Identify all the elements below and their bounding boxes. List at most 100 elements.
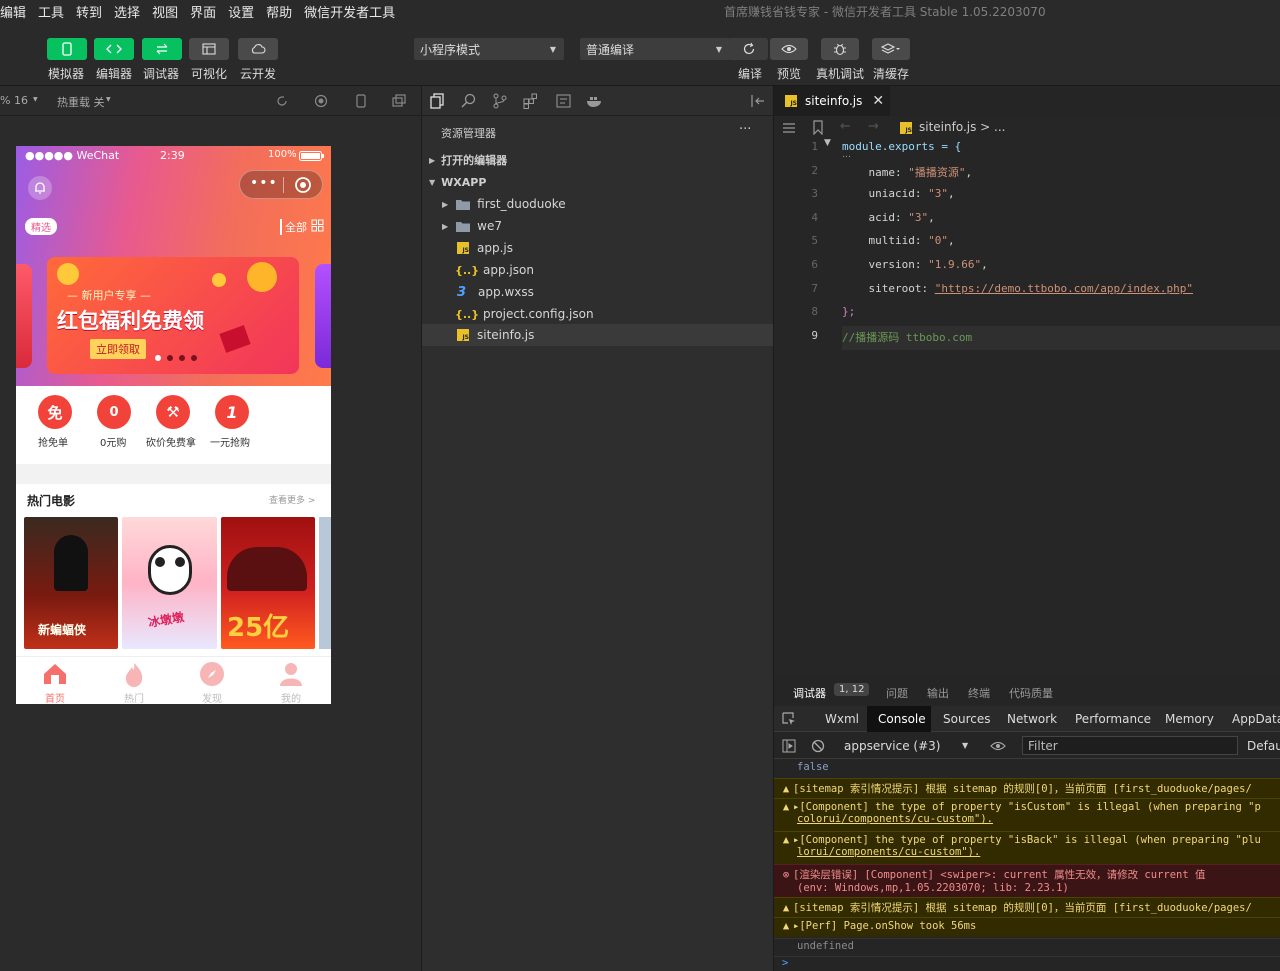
devtab-console-active[interactable]: Console — [867, 706, 931, 732]
menu-devtools[interactable]: 微信开发者工具 — [304, 2, 395, 21]
code-line[interactable]: name: "播播资源", — [842, 164, 972, 180]
movie-poster[interactable]: 冰墩墩 — [122, 517, 217, 649]
zoom-select[interactable]: % 16 — [0, 94, 28, 107]
console-line-text[interactable]: ▸[Perf] Page.onShow took 56ms — [793, 920, 976, 932]
wxapp-section[interactable]: ▼ WXAPP — [422, 171, 773, 193]
zero-yuan-icon[interactable]: 0 — [97, 395, 131, 429]
outline-icon[interactable] — [556, 93, 572, 109]
eye-icon[interactable] — [990, 740, 1006, 752]
more-icon[interactable]: ••• — [250, 175, 278, 191]
tab-discover[interactable]: 发现 — [202, 690, 222, 704]
tab-home[interactable]: 首页 — [45, 690, 65, 704]
device-icon[interactable] — [354, 94, 368, 108]
rotate-icon[interactable] — [275, 94, 289, 108]
tab-me[interactable]: 我的 — [281, 690, 301, 704]
popout-icon[interactable] — [392, 94, 406, 108]
one-yuan-icon[interactable]: 1 — [215, 395, 249, 429]
tree-item-app-wxss[interactable]: 3 app.wxss — [422, 281, 773, 303]
preview-button[interactable] — [770, 38, 808, 60]
editor-button[interactable] — [94, 38, 134, 60]
compile-select[interactable]: 普通编译 ▼ — [580, 38, 730, 60]
visual-button[interactable] — [189, 38, 229, 60]
tree-item-siteinfo-js[interactable]: JS siteinfo.js — [422, 324, 773, 346]
menu-goto[interactable]: 转到 — [76, 2, 102, 21]
tab-hot[interactable]: 热门 — [124, 690, 144, 704]
devtab-appdata[interactable]: AppData — [1232, 712, 1280, 726]
bookmark-icon[interactable] — [812, 120, 824, 135]
docker-icon[interactable] — [586, 94, 604, 108]
movie-poster[interactable]: 新蝙蝠侠 — [24, 517, 118, 649]
devtab-wxml[interactable]: Wxml — [825, 712, 859, 726]
menu-settings[interactable]: 设置 — [228, 2, 254, 21]
extensions-icon[interactable] — [523, 93, 539, 109]
forward-arrow-icon[interactable]: → — [868, 119, 879, 134]
code-line[interactable]: module.exports = { — [842, 140, 961, 153]
code-line[interactable]: //播播源码 ttbobo.com — [842, 329, 972, 345]
code-line[interactable]: acid: "3", — [842, 211, 934, 224]
clear-console-icon[interactable] — [811, 739, 825, 753]
back-arrow-icon[interactable]: ← — [840, 119, 851, 134]
tab-output[interactable]: 输出 — [927, 685, 949, 701]
menu-tools[interactable]: 工具 — [38, 2, 64, 21]
console-line-link[interactable]: colorui/components/cu-custom"). — [797, 813, 993, 825]
close-icon[interactable]: ✕ — [872, 93, 884, 109]
menu-select[interactable]: 选择 — [114, 2, 140, 21]
menu-view[interactable]: 视图 — [152, 2, 178, 21]
code-line[interactable]: uniacid: "3", — [842, 187, 954, 200]
promo-banner[interactable]: — 新用户专享 — 红包福利免费领 立即领取 — [47, 257, 299, 374]
code-line[interactable]: version: "1.9.66", — [842, 258, 987, 271]
tab-problems[interactable]: 问题 — [886, 685, 908, 701]
open-editors-section[interactable]: ▶ 打开的编辑器 — [422, 149, 773, 171]
hot-reload-select[interactable]: 热重载 关 — [57, 94, 105, 110]
grid-icon[interactable] — [311, 219, 324, 232]
mode-select[interactable]: 小程序模式 ▼ — [414, 38, 564, 60]
tab-terminal[interactable]: 终端 — [968, 685, 990, 701]
free-order-icon[interactable]: 免 — [38, 395, 72, 429]
collapse-panel-icon[interactable] — [750, 94, 766, 108]
compile-button[interactable] — [730, 38, 768, 60]
debugger-button[interactable] — [142, 38, 182, 60]
notification-button[interactable] — [28, 176, 52, 200]
remote-debug-button[interactable] — [821, 38, 859, 60]
console-prompt[interactable]: > — [774, 956, 1280, 971]
tree-item-project-config[interactable]: {..} project.config.json — [422, 303, 773, 325]
banner-claim-button[interactable]: 立即领取 — [90, 339, 146, 359]
tree-item-first-duoduoke[interactable]: ▶ first_duoduoke — [422, 193, 773, 215]
bargain-icon[interactable]: ⚒ — [156, 395, 190, 429]
editor-tab-siteinfo[interactable]: JS siteinfo.js ✕ — [774, 86, 890, 116]
all-categories[interactable]: 全部 — [280, 219, 307, 235]
clear-cache-button[interactable] — [872, 38, 910, 60]
cloud-button[interactable] — [238, 38, 278, 60]
console-line-text[interactable]: ▸[Component] the type of property "isBac… — [793, 834, 1261, 846]
featured-tag[interactable]: 精选 — [25, 218, 57, 235]
filter-input[interactable]: Filter — [1022, 736, 1238, 755]
sidebar-toggle-icon[interactable] — [782, 739, 796, 753]
tab-code-quality[interactable]: 代码质量 — [1009, 685, 1053, 701]
record-icon[interactable] — [314, 94, 328, 108]
tree-item-app-json[interactable]: {..} app.json — [422, 259, 773, 281]
breadcrumb[interactable]: siteinfo.js > ... — [919, 120, 1006, 134]
files-icon[interactable] — [430, 93, 446, 109]
list-icon[interactable] — [782, 122, 796, 134]
movie-poster[interactable]: 25亿 — [221, 517, 315, 649]
tab-debugger[interactable]: 调试器 — [793, 685, 826, 701]
source-control-icon[interactable] — [492, 93, 508, 109]
devtab-network[interactable]: Network — [1007, 712, 1057, 726]
fold-chevron-icon[interactable]: ▼ — [824, 138, 831, 148]
see-more-link[interactable]: 查看更多 > — [269, 493, 315, 506]
simulator-button[interactable] — [47, 38, 87, 60]
explorer-more[interactable]: ··· — [739, 122, 751, 137]
menu-help[interactable]: 帮助 — [266, 2, 292, 21]
console-line-text[interactable]: ▸[Component] the type of property "isCus… — [793, 801, 1261, 813]
tree-item-we7[interactable]: ▶ we7 — [422, 215, 773, 237]
devtab-sources[interactable]: Sources — [943, 712, 990, 726]
code-line[interactable]: }; — [842, 305, 855, 318]
close-capsule-icon[interactable] — [294, 176, 312, 194]
devtab-performance[interactable]: Performance — [1075, 712, 1151, 726]
devtab-memory[interactable]: Memory — [1165, 712, 1214, 726]
inspect-icon[interactable] — [782, 712, 796, 726]
context-select[interactable]: appservice (#3) — [844, 739, 940, 753]
menu-interface[interactable]: 界面 — [190, 2, 216, 21]
code-line[interactable]: siteroot: "https://demo.ttbobo.com/app/i… — [842, 282, 1193, 295]
console-line-link[interactable]: lorui/components/cu-custom"). — [797, 846, 980, 858]
